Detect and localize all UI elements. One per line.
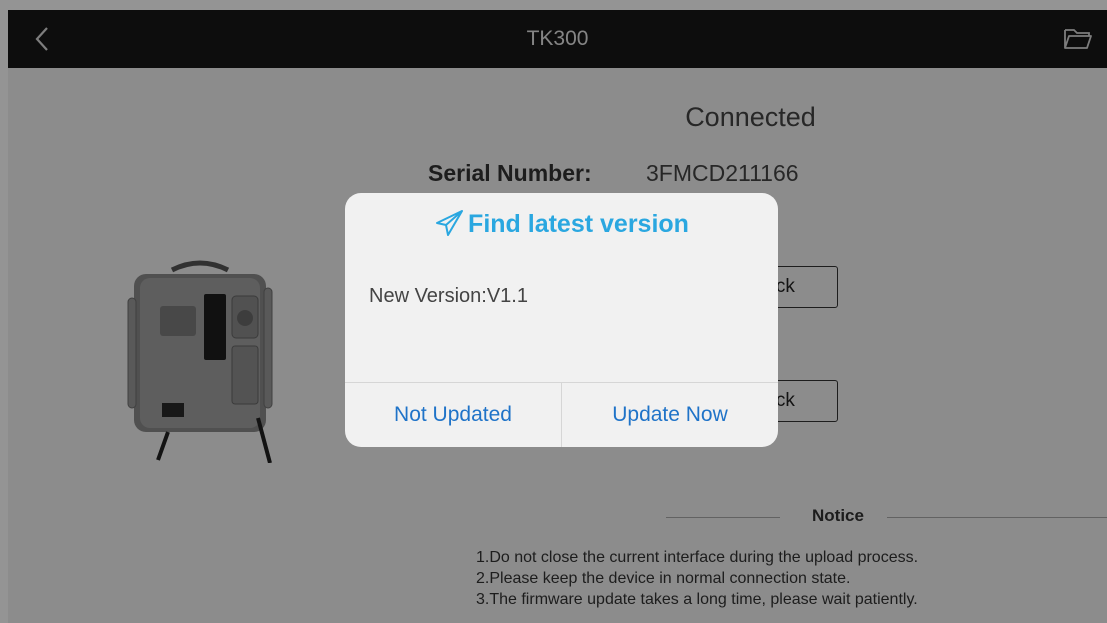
dialog-message: New Version:V1.1: [369, 285, 528, 307]
update-dialog: Find latest version New Version:V1.1 Not…: [345, 193, 778, 447]
send-icon: [436, 210, 464, 236]
update-now-button[interactable]: Update Now: [562, 383, 778, 447]
dialog-title-row: Find latest version: [345, 209, 778, 239]
not-updated-button[interactable]: Not Updated: [345, 383, 561, 447]
dialog-title: Find latest version: [468, 210, 689, 238]
